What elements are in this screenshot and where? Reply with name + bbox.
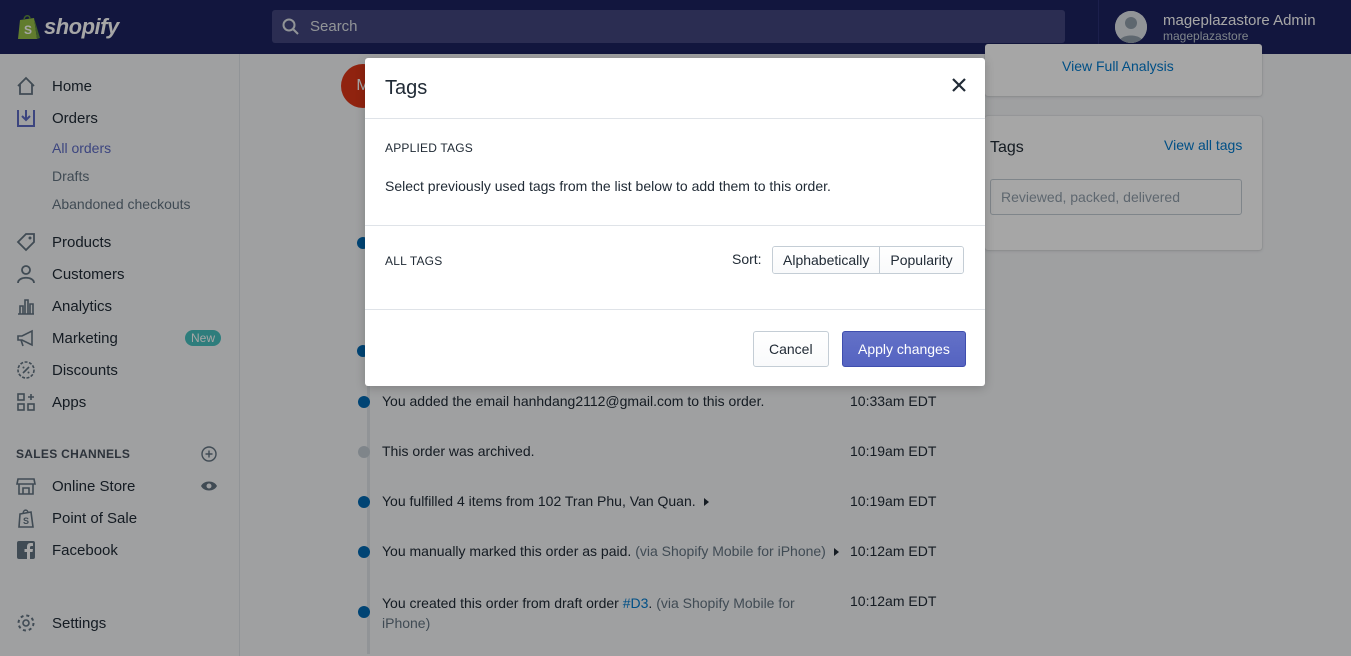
sort-segmented-control: Alphabetically Popularity xyxy=(772,246,964,274)
applied-tags-section: APPLIED TAGS Select previously used tags… xyxy=(365,119,985,226)
sort-alphabetically-button[interactable]: Alphabetically xyxy=(773,247,880,273)
cancel-button[interactable]: Cancel xyxy=(753,331,829,367)
sort-popularity-button[interactable]: Popularity xyxy=(879,247,963,273)
tags-modal: Tags APPLIED TAGS Select previously used… xyxy=(365,58,985,386)
close-icon[interactable] xyxy=(949,75,969,95)
modal-title: Tags xyxy=(385,77,428,99)
all-tags-section: ALL TAGS Sort: Alphabetically Popularity xyxy=(365,226,985,310)
applied-tags-help: Select previously used tags from the lis… xyxy=(385,178,831,194)
apply-changes-button[interactable]: Apply changes xyxy=(842,331,966,367)
modal-header: Tags xyxy=(365,58,985,119)
sort-label: Sort: xyxy=(732,251,762,267)
applied-tags-label: APPLIED TAGS xyxy=(385,141,473,155)
all-tags-label: ALL TAGS xyxy=(385,254,443,268)
